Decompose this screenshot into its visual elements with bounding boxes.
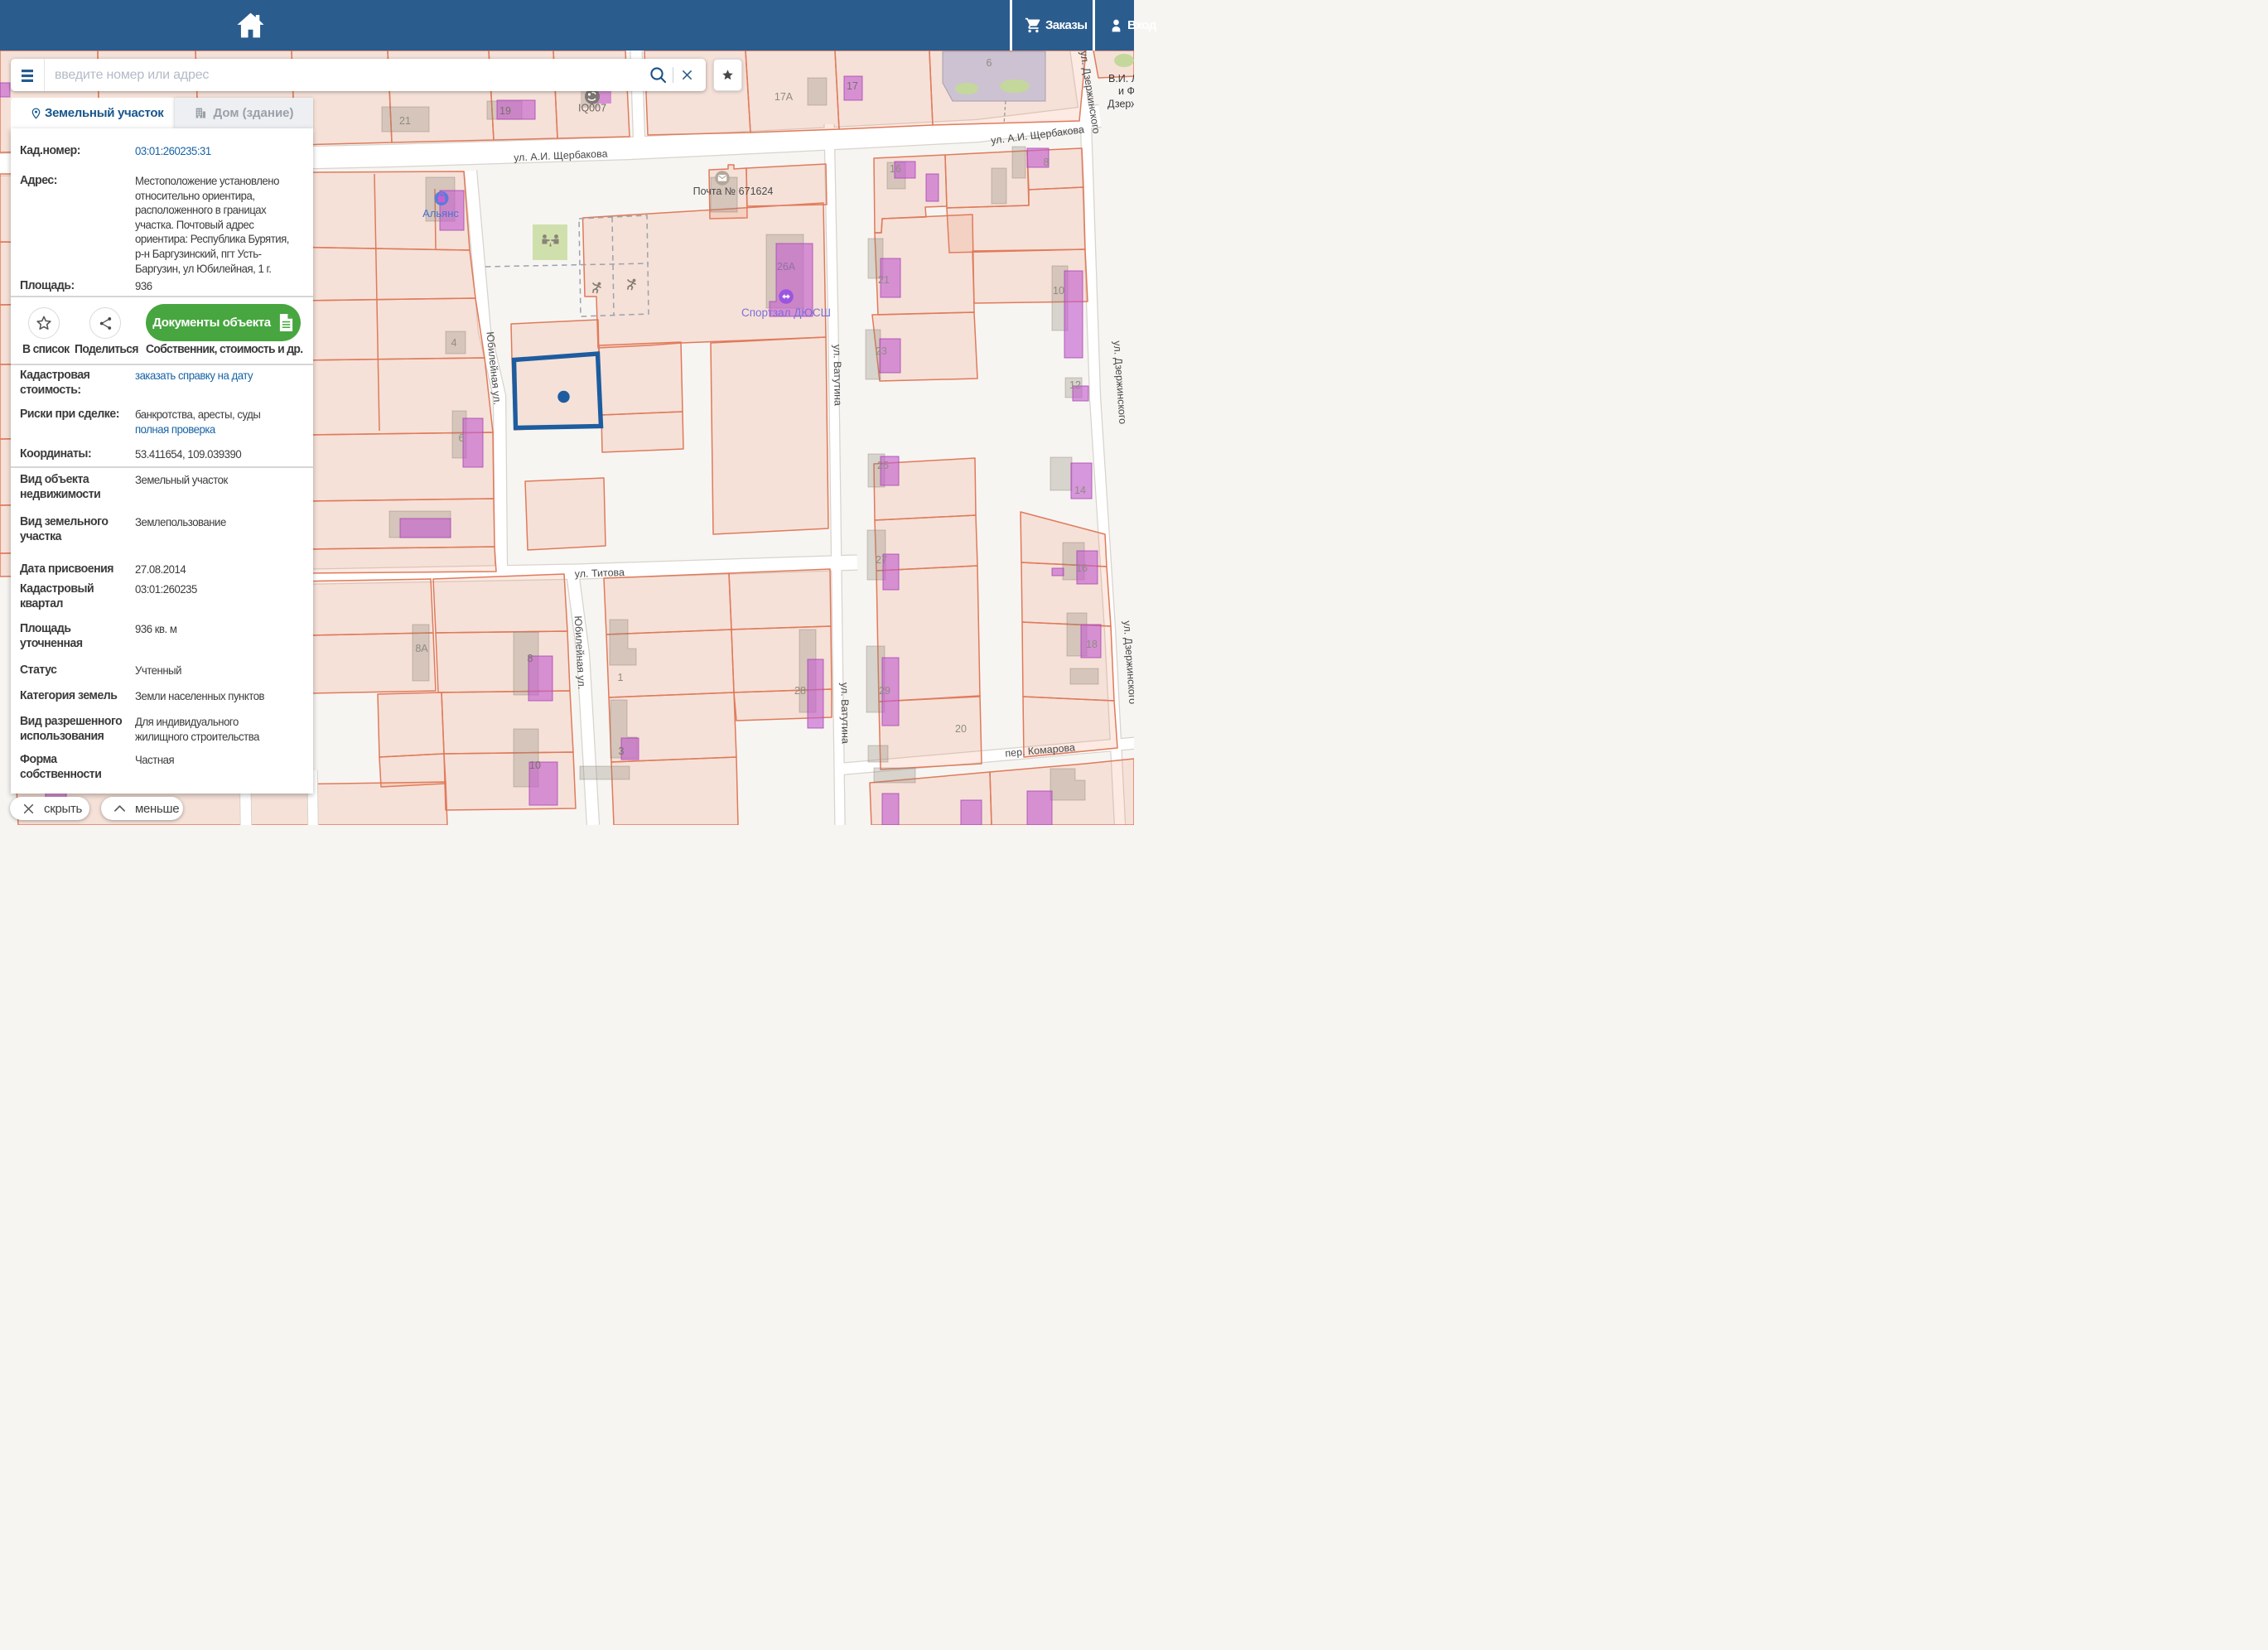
svg-text:10: 10 xyxy=(1053,285,1064,297)
svg-text:8: 8 xyxy=(1044,157,1050,168)
svg-text:IQ007: IQ007 xyxy=(578,103,606,114)
svg-text:ул. Ватутина: ул. Ватутина xyxy=(831,345,843,406)
svg-text:В.И. Лесг: В.И. Лесг xyxy=(1108,73,1134,84)
svg-text:16: 16 xyxy=(890,163,901,175)
svg-text:25: 25 xyxy=(877,460,889,471)
svg-text:8А: 8А xyxy=(415,643,428,654)
svg-text:21: 21 xyxy=(878,274,890,286)
svg-text:ул. Ватутина: ул. Ватутина xyxy=(838,683,851,744)
svg-text:Альянс: Альянс xyxy=(422,207,459,220)
svg-text:29: 29 xyxy=(879,685,890,697)
svg-text:27: 27 xyxy=(876,554,887,566)
svg-text:6: 6 xyxy=(987,57,992,69)
svg-text:23: 23 xyxy=(876,345,887,357)
svg-text:8: 8 xyxy=(528,653,533,664)
svg-text:1: 1 xyxy=(618,672,624,683)
svg-text:17А: 17А xyxy=(774,91,794,103)
svg-text:ул. Титова: ул. Титова xyxy=(574,567,625,580)
svg-text:28: 28 xyxy=(794,685,806,697)
svg-text:12: 12 xyxy=(1069,379,1081,391)
svg-text:Спортзал ДЮСШ: Спортзал ДЮСШ xyxy=(741,306,831,319)
svg-text:Почта № 671624: Почта № 671624 xyxy=(693,186,774,197)
svg-text:20: 20 xyxy=(955,723,967,735)
svg-text:26А: 26А xyxy=(777,261,796,273)
svg-text:и Фес: и Фес xyxy=(1118,85,1134,97)
svg-text:10: 10 xyxy=(529,760,541,771)
svg-text:17: 17 xyxy=(847,80,858,92)
svg-text:Дзержин: Дзержин xyxy=(1107,99,1134,110)
svg-text:14: 14 xyxy=(1074,485,1086,496)
svg-text:3: 3 xyxy=(619,745,625,757)
svg-text:16: 16 xyxy=(1076,562,1088,574)
svg-text:19: 19 xyxy=(499,105,511,117)
svg-text:21: 21 xyxy=(399,115,411,127)
svg-text:4: 4 xyxy=(451,337,457,349)
svg-text:6: 6 xyxy=(459,432,465,444)
svg-text:18: 18 xyxy=(1086,639,1098,650)
